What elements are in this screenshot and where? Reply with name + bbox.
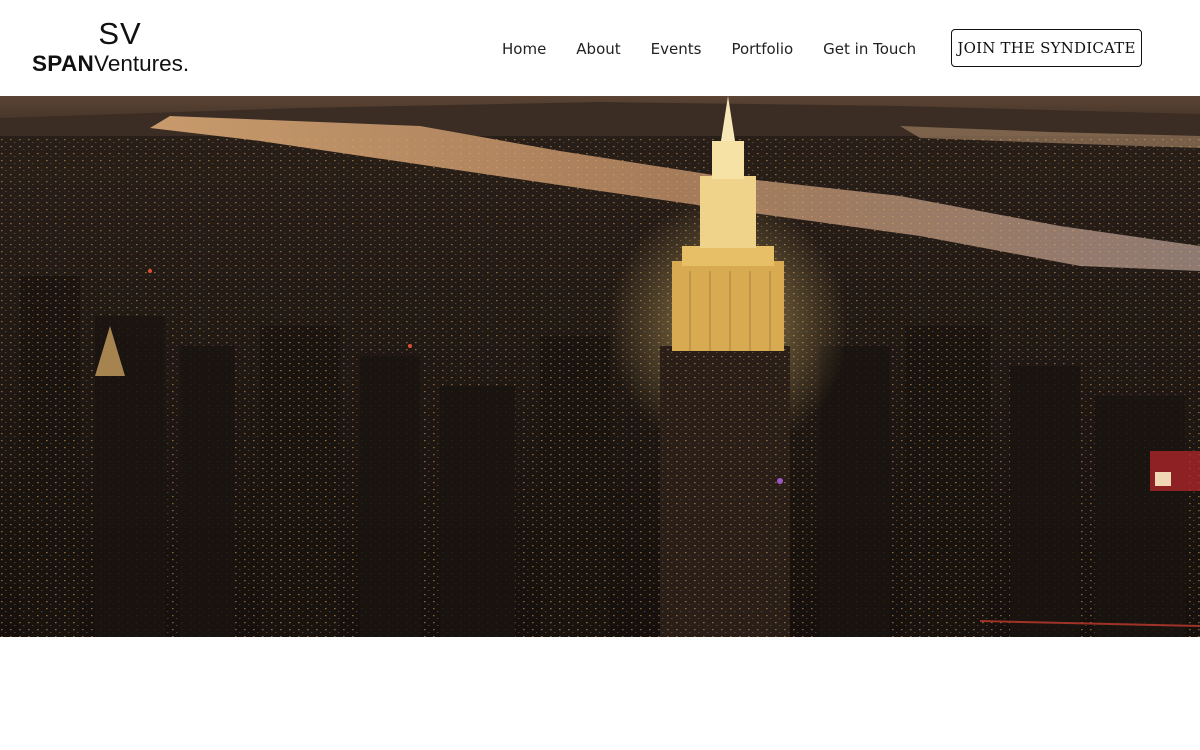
logo-wordmark: SPANVentures. [32, 51, 189, 77]
nav-item-portfolio[interactable]: Portfolio [731, 40, 793, 58]
brand-logo[interactable]: SV SPANVentures. [32, 18, 204, 78]
nav-item-about[interactable]: About [576, 40, 620, 58]
hero-image [0, 96, 1200, 637]
main-nav: Home About Events Portfolio Get in Touch [502, 38, 916, 60]
nav-item-events[interactable]: Events [651, 40, 702, 58]
logo-monogram: SV [98, 16, 142, 51]
nav-item-get-in-touch[interactable]: Get in Touch [823, 40, 916, 58]
page-content-area [0, 637, 1200, 750]
join-syndicate-button[interactable]: JOIN THE SYNDICATE [951, 29, 1142, 67]
nav-item-home[interactable]: Home [502, 40, 546, 58]
site-header: SV SPANVentures. Home About Events Portf… [0, 0, 1200, 96]
logo-name-bold: SPAN [32, 51, 95, 76]
city-skyline-illustration [0, 96, 1200, 637]
logo-name-light: Ventures. [94, 51, 190, 76]
